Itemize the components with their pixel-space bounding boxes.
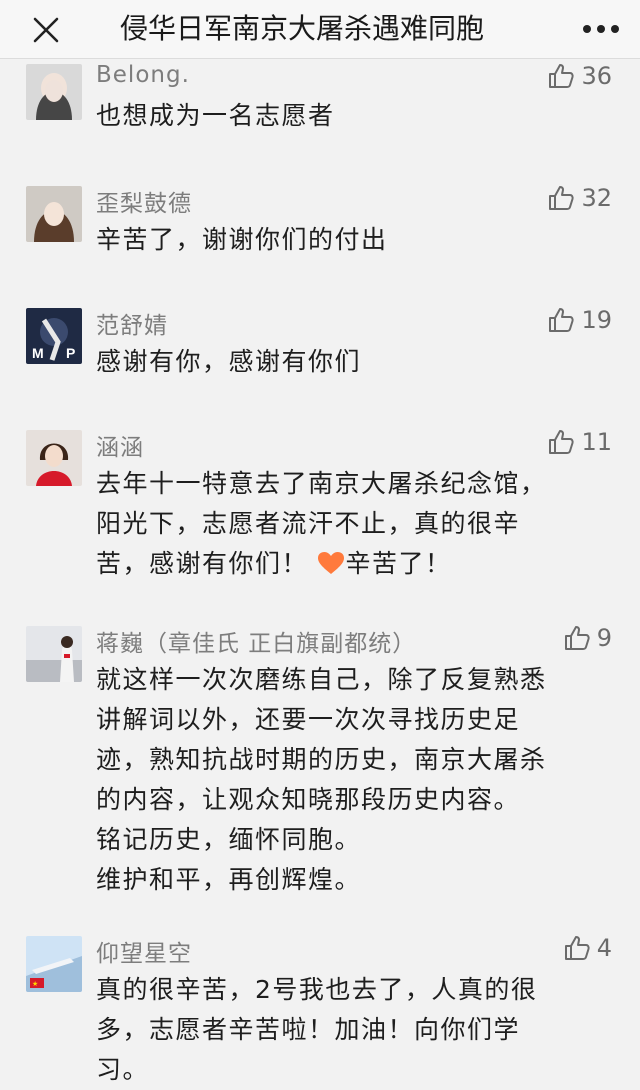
avatar-image (26, 626, 82, 682)
like-count: 11 (581, 428, 612, 456)
svg-text:★: ★ (32, 980, 38, 988)
comment-line: 感谢有你，感谢有你们 (96, 347, 362, 376)
like-button[interactable]: 11 (547, 428, 612, 456)
avatar[interactable] (26, 430, 82, 486)
comment-author[interactable]: 蒋巍（章佳氏 正白旗副都统） (96, 624, 416, 658)
comment-line: 讲解词以外，还要一次次寻找历史足 (96, 705, 521, 734)
comment-text: 去年十一特意去了南京大屠杀纪念馆， 阳光下，志愿者流汗不止，真的很辛 苦，感谢有… (96, 464, 610, 584)
like-button[interactable]: 9 (563, 624, 612, 652)
comment-line: 迹，熟知抗战时期的历史，南京大屠杀 (96, 745, 547, 774)
svg-text:P: P (66, 345, 75, 361)
like-button[interactable]: 32 (547, 184, 612, 212)
comment-author[interactable]: 范舒婧 (96, 306, 168, 340)
thumbs-up-icon (549, 308, 575, 332)
comment-line: 也想成为一名志愿者 (96, 101, 335, 130)
avatar-image: M P (26, 308, 82, 364)
thumbs-up-icon (564, 626, 590, 650)
comment-line: 去年十一特意去了南京大屠杀纪念馆， (96, 469, 547, 498)
more-button[interactable] (576, 8, 626, 50)
comment-line: 辛苦了，谢谢你们的付出 (96, 225, 388, 254)
like-button[interactable]: 19 (547, 306, 612, 334)
comment-author[interactable]: Belong. (96, 62, 190, 88)
comment-line: 真的很辛苦，2号我也去了，人真的很 (96, 975, 538, 1004)
comment-text: 也想成为一名志愿者 (96, 96, 610, 136)
avatar[interactable] (26, 626, 82, 682)
comment-line: 苦，感谢有你们！ 辛苦了！ (96, 544, 610, 584)
avatar[interactable]: M P (26, 308, 82, 364)
comment-author[interactable]: 涵涵 (96, 428, 144, 462)
avatar[interactable]: ★ (26, 936, 82, 992)
thumbs-up-icon (549, 430, 575, 454)
close-button[interactable] (26, 10, 66, 50)
more-icon (583, 25, 619, 33)
close-icon (33, 17, 59, 43)
comment-line: 阳光下，志愿者流汗不止，真的很辛 (96, 509, 521, 538)
comment-text: 感谢有你，感谢有你们 (96, 342, 610, 382)
comment-line: 就这样一次次磨练自己，除了反复熟悉 (96, 665, 547, 694)
comment-text: 就这样一次次磨练自己，除了反复熟悉 讲解词以外，还要一次次寻找历史足 迹，熟知抗… (96, 660, 610, 900)
comment-line: 习。 (96, 1055, 150, 1084)
svg-text:M: M (32, 345, 44, 361)
avatar-image (26, 186, 82, 242)
avatar-image: ★ (26, 936, 82, 992)
thumbs-up-icon (549, 186, 575, 210)
thumbs-up-icon (564, 936, 590, 960)
comment-text: 真的很辛苦，2号我也去了，人真的很 多，志愿者辛苦啦！加油！向你们学 习。 (96, 970, 610, 1090)
avatar[interactable] (26, 186, 82, 242)
comment-line: 维护和平，再创辉煌。 (96, 865, 362, 894)
page-title: 侵华日军南京大屠杀遇难同胞 (120, 12, 485, 45)
like-button[interactable]: 36 (547, 62, 612, 90)
comment-line: 多，志愿者辛苦啦！加油！向你们学 (96, 1015, 521, 1044)
like-count: 4 (596, 934, 612, 962)
comment-author[interactable]: 歪梨鼓德 (96, 184, 192, 218)
thumbs-up-icon (549, 64, 575, 88)
comment-author[interactable]: 仰望星空 (96, 934, 192, 968)
avatar-image (26, 430, 82, 486)
like-button[interactable]: 4 (563, 934, 612, 962)
comment-line: 的内容，让观众知晓那段历史内容。 (96, 785, 521, 814)
avatar-image (26, 64, 82, 120)
like-count: 32 (581, 184, 612, 212)
like-count: 36 (581, 62, 612, 90)
comment-line: 铭记历史，缅怀同胞。 (96, 825, 362, 854)
comment-line-text: 辛苦了！ (345, 549, 452, 578)
comment-line-text: 苦，感谢有你们！ (96, 549, 309, 578)
heart-icon (318, 552, 345, 574)
avatar[interactable] (26, 64, 82, 120)
like-count: 9 (596, 624, 612, 652)
top-bar: 侵华日军南京大屠杀遇难同胞 (0, 0, 640, 59)
like-count: 19 (581, 306, 612, 334)
comment-text: 辛苦了，谢谢你们的付出 (96, 220, 610, 260)
